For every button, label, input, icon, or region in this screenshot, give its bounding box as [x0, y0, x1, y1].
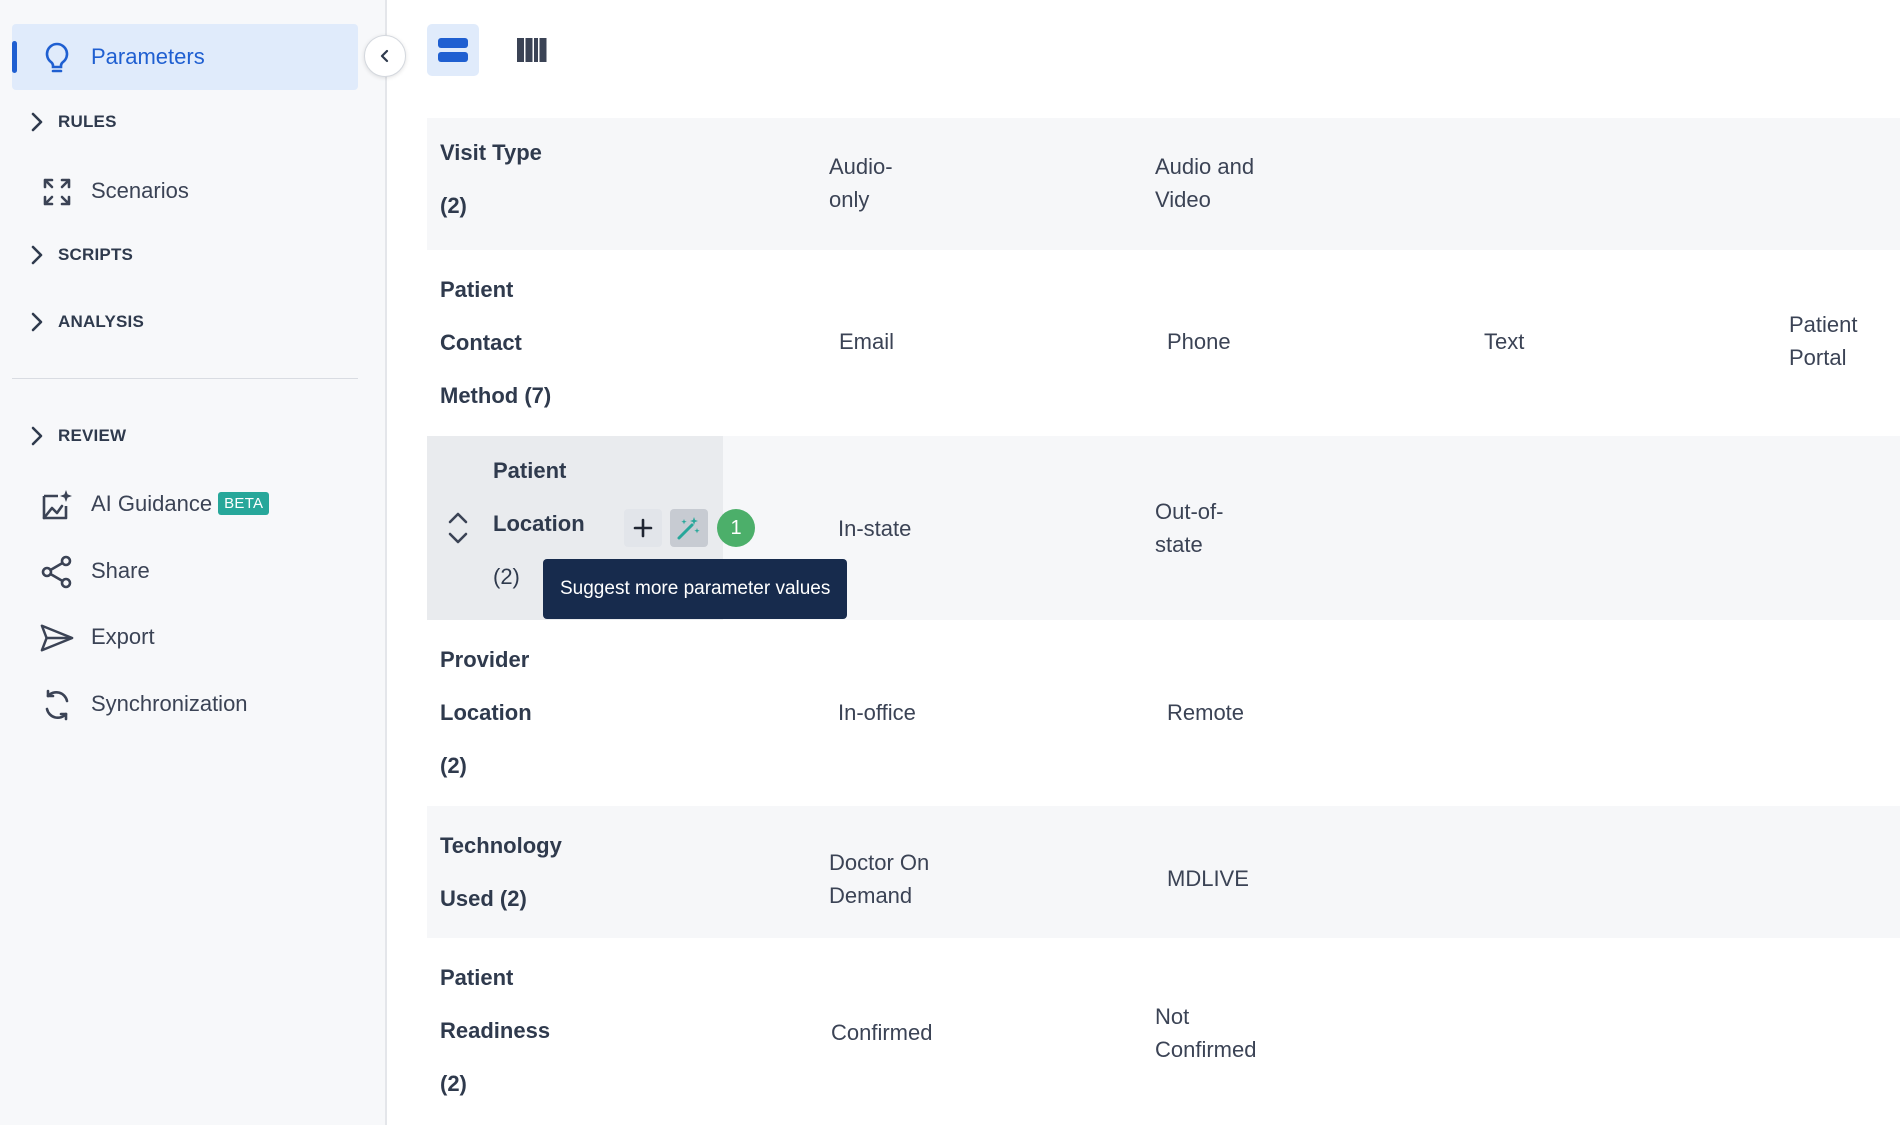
parameter-value[interactable]: Confirmed: [831, 1016, 932, 1049]
section-label: RULES: [58, 112, 117, 131]
chevron-right-icon: [31, 112, 43, 132]
beta-badge: BETA: [218, 492, 270, 515]
rows-view-icon: [438, 38, 468, 62]
parameter-value[interactable]: Patient Portal: [1789, 308, 1858, 374]
sidebar-item-label: Parameters: [91, 44, 205, 69]
chevron-right-icon: [31, 312, 43, 332]
drag-handle-icon[interactable]: [447, 510, 469, 546]
share-icon: [40, 555, 74, 589]
parameter-value[interactable]: Email: [839, 325, 894, 358]
parameter-name: Visit Type (2): [440, 126, 542, 232]
parameter-name-line: Location: [440, 700, 532, 725]
section-rules[interactable]: RULES: [12, 102, 358, 142]
section-label: SCRIPTS: [58, 245, 134, 264]
parameter-name-line: Patient: [493, 458, 567, 483]
sidebar-item-ai-guidance[interactable]: AI Guidance BETA: [12, 471, 358, 537]
parameter-name-line: Method (7): [440, 383, 552, 408]
parameter-value[interactable]: Doctor On Demand: [829, 846, 929, 912]
parameter-name-line: Readiness: [440, 1018, 551, 1043]
sidebar-item-share[interactable]: Share: [12, 538, 358, 604]
sidebar-item-parameters[interactable]: Parameters: [12, 24, 358, 90]
section-review[interactable]: REVIEW: [12, 416, 358, 456]
columns-view-icon: [517, 38, 547, 62]
sidebar: Parameters RULES Scenarios SCRIPTS ANALY…: [0, 0, 387, 1125]
parameter-value[interactable]: In-office: [838, 696, 916, 729]
parameter-name-line: Visit Type: [440, 140, 542, 165]
parameter-name: Patient Contact Method (7): [440, 263, 551, 422]
parameter-value[interactable]: Remote: [1167, 696, 1244, 729]
expand-arrows-icon: [40, 175, 74, 209]
parameter-value[interactable]: In-state: [838, 512, 911, 545]
parameter-value[interactable]: Audio- only: [829, 150, 893, 216]
send-icon: [40, 621, 74, 655]
parameter-name-line: (2): [440, 193, 467, 218]
ai-guidance-icon: [40, 488, 74, 522]
magic-wand-icon: [677, 517, 700, 540]
sidebar-divider: [12, 378, 358, 379]
parameter-name-line: Location: [493, 511, 585, 536]
suggest-values-button[interactable]: [670, 509, 708, 547]
parameter-value[interactable]: Text: [1484, 325, 1524, 358]
table-row[interactable]: Patient Readiness (2) Confirmed Not Conf…: [427, 938, 1900, 1125]
chevron-right-icon: [31, 245, 43, 265]
add-value-button[interactable]: [624, 509, 662, 547]
table-row[interactable]: Patient Contact Method (7) Email Phone T…: [427, 250, 1900, 436]
collapse-sidebar-button[interactable]: [364, 35, 406, 77]
suggest-values-tooltip: Suggest more parameter values: [543, 559, 848, 619]
parameter-name: Technology Used (2): [440, 819, 562, 925]
parameter-name-line: Technology: [440, 833, 562, 858]
section-label: ANALYSIS: [58, 312, 144, 331]
parameter-name-line: (2): [440, 753, 467, 778]
sidebar-item-label: AI Guidance BETA: [91, 491, 270, 517]
table-row[interactable]: Technology Used (2) Doctor On Demand MDL…: [427, 806, 1900, 938]
suggestion-count-badge: 1: [717, 509, 755, 547]
parameter-name-line: Patient: [440, 277, 514, 302]
rows-view-button[interactable]: [427, 24, 479, 76]
parameter-name: Provider Location (2): [440, 633, 532, 792]
parameter-name-line: (2): [440, 1071, 467, 1096]
chevron-left-icon: [380, 49, 389, 63]
section-analysis[interactable]: ANALYSIS: [12, 302, 358, 342]
sync-icon: [40, 688, 74, 722]
section-scripts[interactable]: SCRIPTS: [12, 235, 358, 275]
parameter-value[interactable]: Phone: [1167, 325, 1231, 358]
sidebar-item-label: Share: [91, 558, 150, 583]
plus-icon: [633, 518, 653, 538]
table-row[interactable]: Visit Type (2) Audio- only Audio and Vid…: [427, 118, 1900, 250]
lightbulb-icon: [40, 41, 74, 75]
chevron-right-icon: [31, 426, 43, 446]
sidebar-item-label: Scenarios: [91, 178, 189, 203]
sidebar-item-synchronization[interactable]: Synchronization: [12, 671, 358, 737]
columns-view-button[interactable]: [506, 24, 558, 76]
sidebar-item-scenarios[interactable]: Scenarios: [12, 158, 358, 224]
active-indicator: [12, 41, 17, 73]
parameter-value[interactable]: MDLIVE: [1167, 862, 1249, 895]
sidebar-item-label: Synchronization: [91, 691, 248, 716]
table-row[interactable]: Provider Location (2) In-office Remote: [427, 620, 1900, 806]
parameter-name-line: Contact: [440, 330, 522, 355]
section-label: REVIEW: [58, 426, 127, 445]
parameter-name-line: Provider: [440, 647, 530, 672]
sidebar-item-label: Export: [91, 624, 155, 649]
ai-guidance-label: AI Guidance: [91, 491, 213, 516]
parameter-value[interactable]: Not Confirmed: [1155, 1000, 1256, 1066]
parameter-name-line: Patient: [440, 965, 514, 990]
parameter-name: Patient Readiness (2): [440, 951, 550, 1110]
sidebar-item-export[interactable]: Export: [12, 604, 358, 670]
parameter-value[interactable]: Audio and Video: [1155, 150, 1254, 216]
parameter-value[interactable]: Out-of- state: [1155, 495, 1223, 561]
parameter-name-line: Used (2): [440, 886, 527, 911]
